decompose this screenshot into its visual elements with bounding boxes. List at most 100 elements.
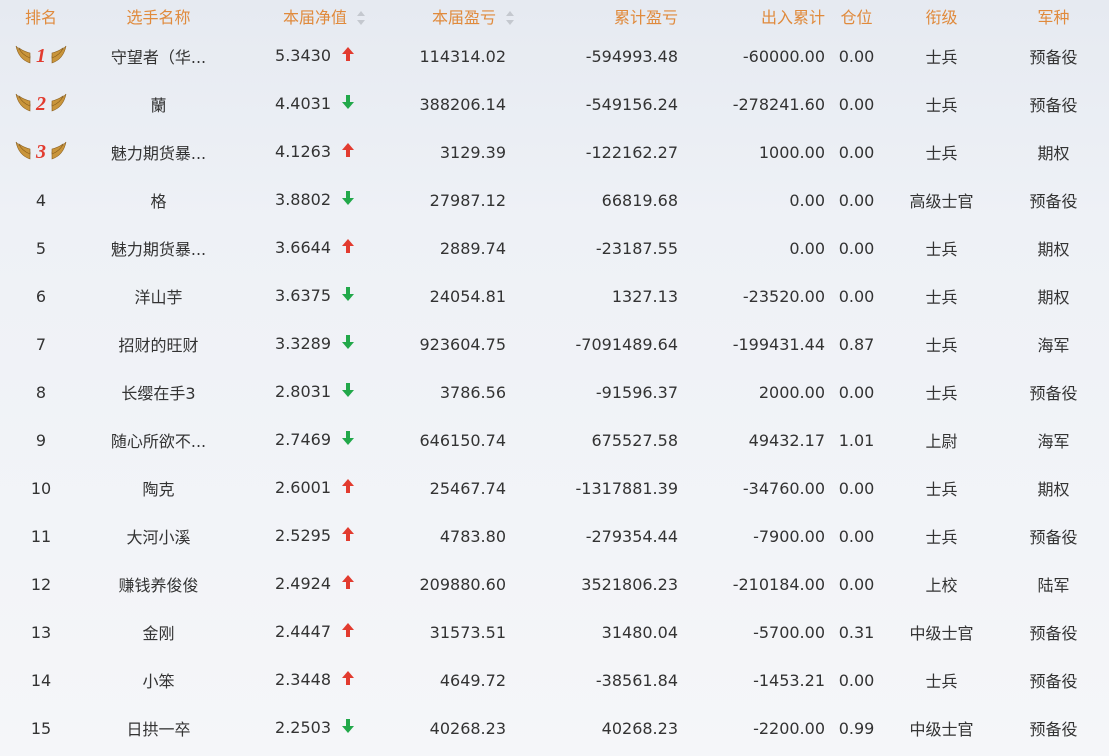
player-name[interactable]: 蘭	[82, 80, 235, 128]
nav-value: 2.8031	[275, 382, 331, 401]
io-value: -1453.21	[753, 670, 825, 690]
branch-value: 预备役	[1029, 528, 1078, 547]
player-name[interactable]: 魅力期货暴...	[82, 128, 235, 176]
table-row[interactable]: 9 随心所欲不... 2.7469 646150.74 675527.58 49…	[0, 416, 1109, 464]
pnl-cell: 31573.51	[375, 608, 524, 656]
player-name-text[interactable]: 魅力期货暴...	[111, 144, 206, 163]
col-header-nav[interactable]: 本届净值	[235, 0, 375, 32]
branch-value: 期权	[1037, 288, 1070, 307]
arrow-down-icon	[339, 190, 357, 210]
sort-icon[interactable]	[357, 11, 365, 25]
col-header-cum-pnl-label: 累计盈亏	[613, 8, 678, 27]
table-row[interactable]: 14 小笨 2.3448 4649.72 -38561.84 -1453.21 …	[0, 656, 1109, 704]
player-name[interactable]: 洋山芋	[82, 272, 235, 320]
grade-cell: 士兵	[885, 80, 998, 128]
table-row[interactable]: 8 长缨在手3 2.8031 3786.56 -91596.37 2000.00…	[0, 368, 1109, 416]
player-name-text[interactable]: 金刚	[142, 624, 174, 643]
table-row[interactable]: 2 蘭 4.4031 388206.14 -549156.24 -278241.…	[0, 80, 1109, 128]
table-row[interactable]: 11 大河小溪 2.5295 4783.80 -279354.44 -7900.…	[0, 512, 1109, 560]
cum-pnl-cell: 675527.58	[524, 416, 681, 464]
player-name[interactable]: 大河小溪	[82, 512, 235, 560]
io-value: -23520.00	[742, 286, 825, 306]
player-name[interactable]: 招财的旺财	[82, 320, 235, 368]
player-name[interactable]: 金刚	[82, 608, 235, 656]
cum-pnl-cell: -549156.24	[524, 80, 681, 128]
branch-cell: 预备役	[998, 704, 1109, 752]
table-row[interactable]: 12 赚钱养俊俊 2.4924 209880.60 3521806.23 -21…	[0, 560, 1109, 608]
table-row[interactable]: 4 格 3.8802 27987.12 66819.68 0.00 0.00 高…	[0, 176, 1109, 224]
player-name-text[interactable]: 大河小溪	[126, 528, 190, 547]
table-row[interactable]: 1 守望者（华... 5.3430 114314.02 -594993.48 -…	[0, 32, 1109, 80]
grade-value: 中级士官	[909, 720, 974, 739]
laurel-wing-icon	[50, 43, 68, 69]
laurel-wing-icon	[14, 91, 32, 117]
pnl-value: 25467.74	[429, 478, 506, 498]
branch-cell: 期权	[998, 224, 1109, 272]
player-name-text[interactable]: 小笨	[142, 672, 174, 691]
table-row[interactable]: 5 魅力期货暴... 3.6644 2889.74 -23187.55 0.00…	[0, 224, 1109, 272]
player-name-text[interactable]: 陶克	[142, 480, 174, 499]
cum-pnl-cell: 3521806.23	[524, 560, 681, 608]
cum-pnl-cell: -7091489.64	[524, 320, 681, 368]
table-header-row: 排名 选手名称 本届净值 本届盈亏 累计盈亏 出入累计 仓位 衔级 军种	[0, 0, 1109, 32]
table-row[interactable]: 6 洋山芋 3.6375 24054.81 1327.13 -23520.00 …	[0, 272, 1109, 320]
branch-value: 预备役	[1029, 48, 1078, 67]
pnl-value: 24054.81	[429, 286, 506, 306]
io-cell: -34760.00	[681, 464, 828, 512]
grade-value: 士兵	[925, 672, 958, 691]
col-header-pnl[interactable]: 本届盈亏	[375, 0, 524, 32]
io-cell: -7900.00	[681, 512, 828, 560]
player-name-text[interactable]: 招财的旺财	[118, 336, 198, 355]
player-name-text[interactable]: 日拱一卒	[126, 720, 190, 739]
player-name-text[interactable]: 蘭	[150, 96, 166, 115]
player-name[interactable]: 长缨在手3	[82, 368, 235, 416]
player-name[interactable]: 随心所欲不...	[82, 416, 235, 464]
position-value: 0.00	[838, 526, 875, 546]
player-name[interactable]: 日拱一卒	[82, 704, 235, 752]
player-name[interactable]: 魅力期货暴...	[82, 224, 235, 272]
rank-cell: 2	[0, 80, 82, 128]
player-name[interactable]: 陶克	[82, 464, 235, 512]
table-row[interactable]: 3 魅力期货暴... 4.1263 3129.39 -122162.27 100…	[0, 128, 1109, 176]
player-name-text[interactable]: 格	[150, 192, 166, 211]
arrow-down-icon	[339, 334, 357, 354]
nav-value: 2.2503	[275, 718, 331, 737]
cum-pnl-cell: -1317881.39	[524, 464, 681, 512]
player-name[interactable]: 赚钱养俊俊	[82, 560, 235, 608]
player-name-text[interactable]: 洋山芋	[134, 288, 182, 307]
arrow-up-icon	[339, 142, 357, 162]
position-value: 0.00	[838, 190, 875, 210]
nav-cell: 4.4031	[235, 80, 375, 128]
player-name-text[interactable]: 长缨在手3	[121, 384, 195, 403]
cum-pnl-cell: -91596.37	[524, 368, 681, 416]
position-value: 0.00	[838, 574, 875, 594]
player-name-text[interactable]: 赚钱养俊俊	[118, 576, 198, 595]
cum-pnl-value: 31480.04	[601, 622, 678, 642]
pnl-cell: 4649.72	[375, 656, 524, 704]
table-row[interactable]: 15 日拱一卒 2.2503 40268.23 40268.23 -2200.0…	[0, 704, 1109, 752]
cum-pnl-cell: -594993.48	[524, 32, 681, 80]
io-value: -199431.44	[732, 334, 825, 354]
grade-cell: 上校	[885, 560, 998, 608]
pnl-value: 4783.80	[439, 526, 506, 546]
position-value: 1.01	[838, 430, 875, 450]
pnl-cell: 4783.80	[375, 512, 524, 560]
rank-cell: 9	[0, 416, 82, 464]
player-name-text[interactable]: 随心所欲不...	[111, 432, 206, 451]
nav-value: 2.6001	[275, 478, 331, 497]
branch-value: 陆军	[1037, 576, 1070, 595]
nav-value: 2.3448	[275, 670, 331, 689]
player-name[interactable]: 小笨	[82, 656, 235, 704]
table-row[interactable]: 7 招财的旺财 3.3289 923604.75 -7091489.64 -19…	[0, 320, 1109, 368]
table-row[interactable]: 13 金刚 2.4447 31573.51 31480.04 -5700.00 …	[0, 608, 1109, 656]
position-cell: 1.01	[828, 416, 885, 464]
pnl-cell: 388206.14	[375, 80, 524, 128]
col-header-name-label: 选手名称	[126, 8, 191, 27]
player-name-text[interactable]: 魅力期货暴...	[111, 240, 206, 259]
branch-value: 海军	[1037, 336, 1070, 355]
table-row[interactable]: 10 陶克 2.6001 25467.74 -1317881.39 -34760…	[0, 464, 1109, 512]
player-name-text[interactable]: 守望者（华...	[111, 48, 206, 67]
sort-icon[interactable]	[506, 11, 514, 25]
player-name[interactable]: 格	[82, 176, 235, 224]
player-name[interactable]: 守望者（华...	[82, 32, 235, 80]
